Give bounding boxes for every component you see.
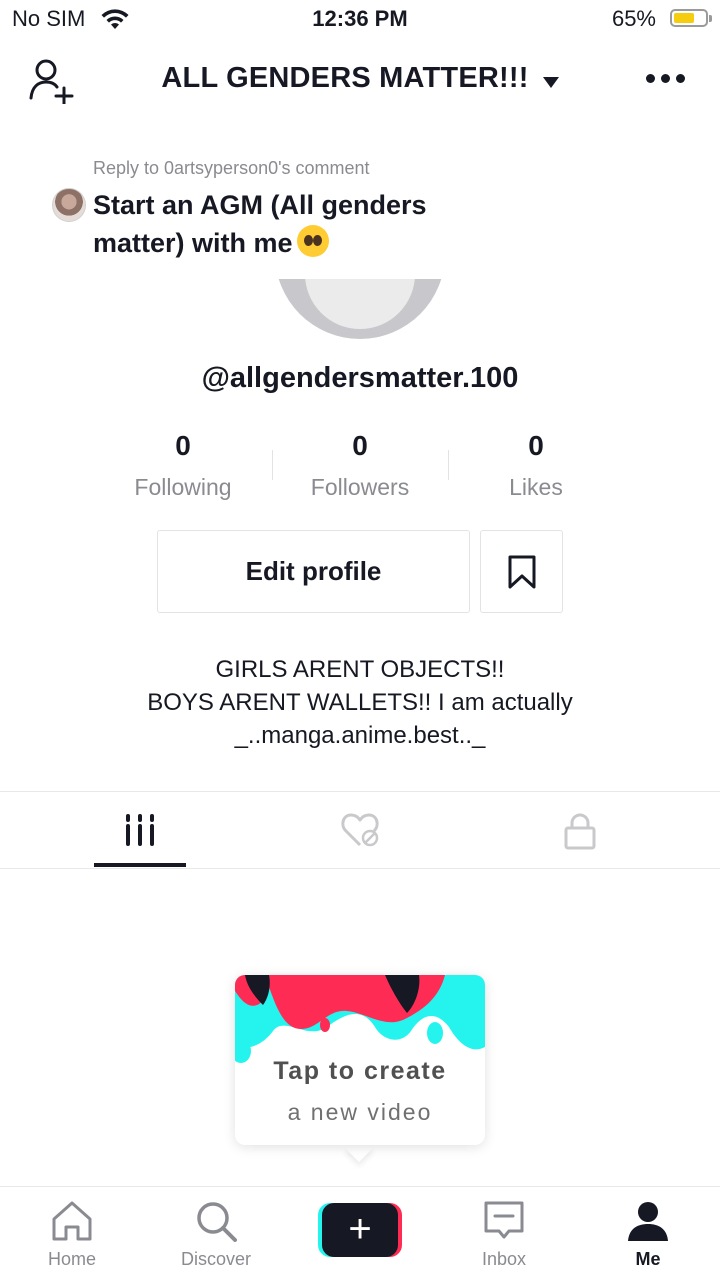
inbox-icon: [484, 1201, 524, 1239]
nav-home-label: Home: [47, 1249, 96, 1269]
content-tabs: [0, 791, 720, 869]
nav-inbox-label: Inbox: [481, 1249, 527, 1269]
bio: GIRLS ARENT OBJECTS!! BOYS ARENT WALLETS…: [0, 653, 720, 752]
grid-icon: [126, 814, 154, 846]
reply-comment-text: Start an AGM (All genders matter) with m…: [93, 190, 427, 258]
chevron-down-icon: [542, 77, 559, 89]
bio-line: GIRLS ARENT OBJECTS!!: [215, 656, 505, 683]
battery-percent: 65%: [611, 6, 656, 31]
following-count: 0: [175, 430, 191, 461]
active-tab-indicator: [94, 863, 186, 867]
create-button[interactable]: +: [318, 1203, 402, 1257]
account-switcher[interactable]: ALL GENDERS MATTER!!!: [0, 62, 720, 95]
nav-me-label: Me: [635, 1249, 661, 1269]
lock-icon: [564, 813, 596, 850]
create-subtitle: a new video: [287, 1099, 433, 1125]
favorites-button[interactable]: [480, 530, 563, 613]
create-title: Tap to create: [273, 1057, 447, 1085]
tab-private[interactable]: [460, 792, 700, 868]
top-nav: ALL GENDERS MATTER!!!: [0, 52, 720, 112]
nav-discover-label: Discover: [180, 1249, 251, 1269]
more-options-icon[interactable]: [646, 74, 686, 86]
stat-following[interactable]: 0 Following: [93, 430, 273, 501]
bio-line: BOYS ARENT WALLETS!! I am actually: [147, 689, 573, 716]
plus-icon: +: [322, 1203, 398, 1257]
stat-likes[interactable]: 0 Likes: [446, 430, 626, 501]
status-bar: No SIM 12:36 PM 65%: [0, 0, 720, 40]
likes-count: 0: [528, 430, 544, 461]
nav-discover[interactable]: Discover: [144, 1187, 288, 1281]
reply-to-label: Reply to 0artsyperson0's comment: [93, 158, 370, 178]
battery-icon: [670, 9, 712, 27]
page-title: ALL GENDERS MATTER!!!: [161, 62, 529, 94]
following-label: Following: [134, 474, 232, 500]
create-video-tooltip[interactable]: Tap to create a new video: [235, 975, 485, 1145]
bottom-nav: Home Discover + Inbox Me: [0, 1186, 720, 1281]
nav-inbox[interactable]: Inbox: [432, 1187, 576, 1281]
edit-profile-button[interactable]: Edit profile: [157, 530, 470, 613]
nav-home[interactable]: Home: [0, 1187, 144, 1281]
profile-avatar[interactable]: [275, 279, 445, 339]
liked-hidden-icon: [341, 813, 379, 847]
search-icon: [197, 1202, 237, 1242]
bio-line: _..manga.anime.best.._: [234, 722, 486, 749]
stat-followers[interactable]: 0 Followers: [270, 430, 450, 501]
followers-count: 0: [352, 430, 368, 461]
username: @allgendersmatter.100: [201, 362, 519, 394]
reply-comment: Start an AGM (All genders matter) with m…: [93, 186, 513, 262]
likes-label: Likes: [509, 474, 563, 500]
followers-label: Followers: [310, 474, 410, 500]
tab-videos[interactable]: [20, 792, 260, 868]
tab-liked[interactable]: [240, 792, 480, 868]
nav-me[interactable]: Me: [576, 1187, 720, 1281]
bookmark-icon: [508, 555, 536, 589]
person-icon: [628, 1202, 668, 1241]
home-icon: [52, 1201, 92, 1241]
commenter-avatar: [52, 188, 86, 222]
splash-art: [235, 975, 485, 1063]
pleading-face-emoji-icon: [296, 225, 329, 257]
